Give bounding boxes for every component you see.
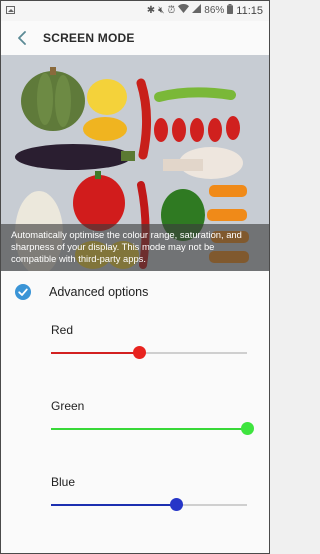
advanced-options-label: Advanced options (49, 285, 149, 299)
app-header: SCREEN MODE (1, 21, 269, 55)
green-slider-label: Green (51, 399, 85, 413)
red-slider-block: Red (1, 323, 269, 383)
battery-icon (227, 3, 234, 19)
green-slider-thumb[interactable] (241, 422, 254, 435)
status-bar: ✱ 🔇︎ ⏰︎ 86% 11:15 (1, 1, 269, 21)
wifi-icon (178, 4, 190, 18)
mute-icon: 🔇︎ (158, 5, 165, 16)
page-title: SCREEN MODE (43, 31, 135, 45)
battery-percent: 86% (204, 5, 225, 16)
blue-slider-block: Blue (1, 475, 269, 535)
red-slider-fill (51, 352, 140, 354)
preview-caption: Automatically optimise the colour range,… (1, 224, 269, 271)
blue-slider-label: Blue (51, 475, 76, 489)
green-slider-block: Green (1, 399, 269, 459)
back-arrow-icon (18, 31, 26, 45)
bluetooth-icon: ✱ (146, 5, 156, 16)
red-slider-label: Red (51, 323, 74, 337)
preview-image: Automatically optimise the colour range,… (1, 55, 269, 271)
blue-slider-thumb[interactable] (170, 498, 184, 511)
blue-slider[interactable] (51, 498, 247, 511)
red-slider[interactable] (51, 346, 247, 359)
alarm-icon: ⏰︎ (167, 5, 176, 16)
status-icons: ✱ 🔇︎ ⏰︎ 86% 11:15 (146, 3, 263, 19)
signal-icon (192, 4, 202, 18)
gallery-icon (6, 6, 15, 14)
back-button[interactable] (11, 27, 33, 49)
clock: 11:15 (236, 5, 263, 17)
check-icon (18, 288, 28, 296)
blue-slider-fill (51, 504, 177, 506)
advanced-options-checkbox[interactable] (15, 284, 31, 300)
red-slider-thumb[interactable] (133, 346, 147, 359)
green-slider-fill (51, 428, 247, 430)
advanced-options-row[interactable]: Advanced options (1, 275, 269, 309)
green-slider[interactable] (51, 422, 254, 435)
screen-mode-screen: ✱ 🔇︎ ⏰︎ 86% 11:15 SCREEN MODE Automatica… (0, 0, 270, 554)
